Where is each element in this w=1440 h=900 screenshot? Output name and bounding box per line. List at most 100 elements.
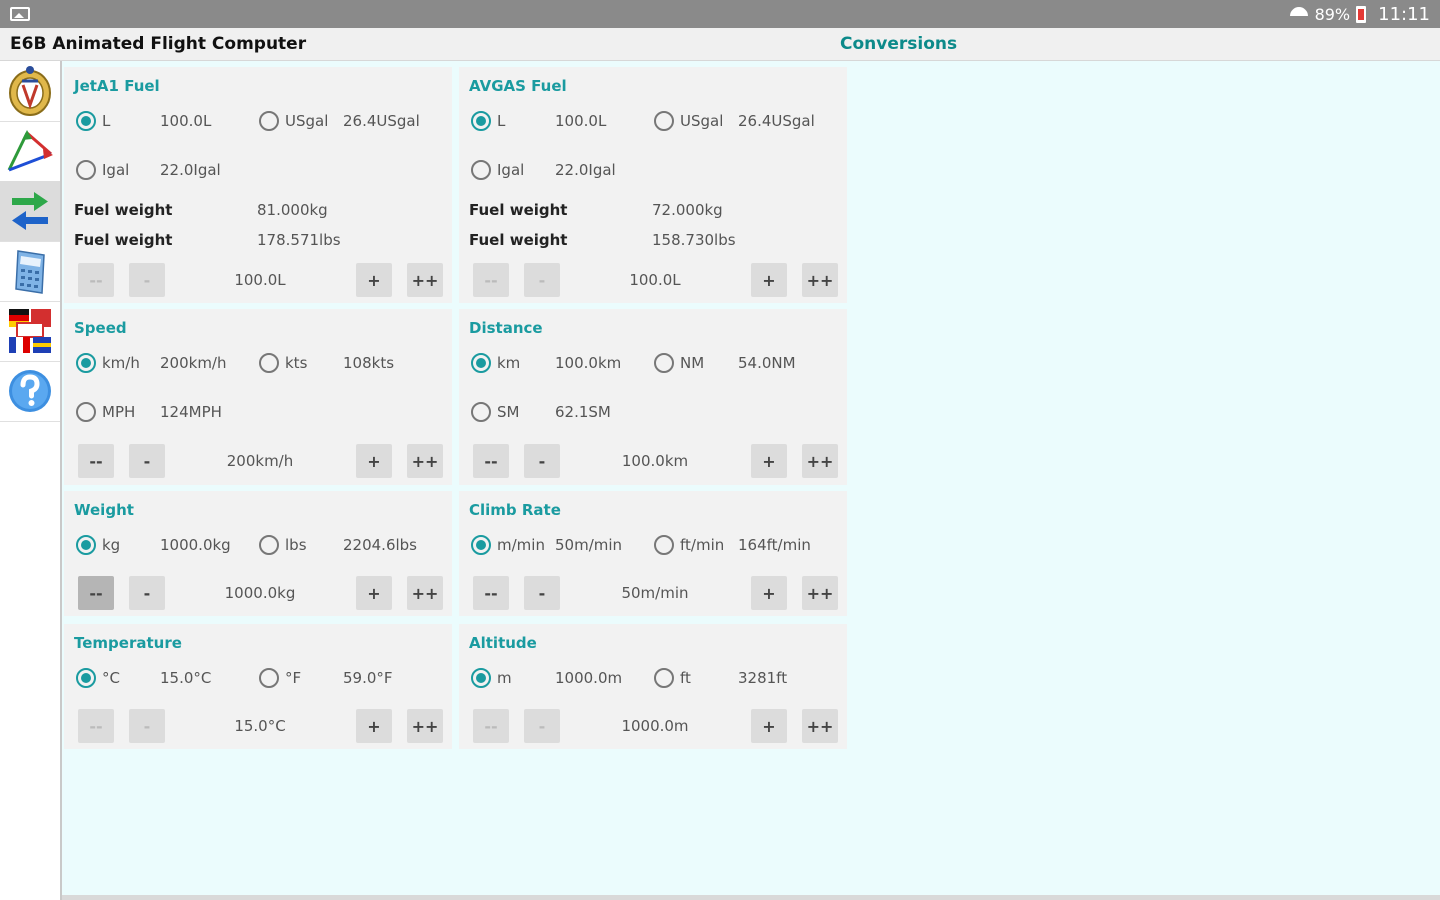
usgal-value: 26.4USgal [738, 112, 815, 130]
meters-value: 1000.0m [555, 669, 623, 687]
decrement-button[interactable]: - [524, 444, 560, 478]
radio-button [259, 353, 279, 373]
increment-large-button[interactable]: ++ [802, 709, 838, 743]
radio-celsius[interactable]: °C [76, 665, 120, 691]
radio-label: km/h [102, 354, 140, 372]
climb-rate-panel: Climb Rate m/min 50m/min ft/min 164ft/mi… [459, 491, 847, 616]
radio-button [259, 535, 279, 555]
radio-igal[interactable]: Igal [471, 157, 524, 183]
increment-large-button[interactable]: ++ [802, 263, 838, 297]
decrement-large-button[interactable]: -- [473, 263, 509, 297]
increment-large-button[interactable]: ++ [802, 444, 838, 478]
radio-kmh[interactable]: km/h [76, 350, 140, 376]
radio-igal[interactable]: Igal [76, 157, 129, 183]
decrement-large-button[interactable]: -- [78, 709, 114, 743]
fuel-weight-label: Fuel weight [469, 201, 568, 219]
decrement-button[interactable]: - [524, 576, 560, 610]
radio-kg[interactable]: kg [76, 532, 120, 558]
decrement-large-button[interactable]: -- [78, 263, 114, 297]
sidebar-item-wind-triangle[interactable] [0, 121, 60, 182]
sidebar [0, 61, 62, 900]
radio-meters[interactable]: m [471, 665, 512, 691]
increment-large-button[interactable]: ++ [407, 444, 443, 478]
decrement-large-button[interactable]: -- [473, 444, 509, 478]
radio-button [471, 402, 491, 422]
radio-liters[interactable]: L [471, 108, 505, 134]
stepper-value: 100.0km [621, 452, 689, 470]
radio-label: USgal [680, 112, 724, 130]
fuel-weight-label: Fuel weight [74, 201, 173, 219]
increment-large-button[interactable]: ++ [407, 709, 443, 743]
decrement-button[interactable]: - [524, 263, 560, 297]
radio-button [76, 668, 96, 688]
stepper-value: 100.0L [629, 271, 681, 289]
radio-button [76, 353, 96, 373]
nm-value: 54.0NM [738, 354, 796, 372]
fuel-weight-label: Fuel weight [74, 231, 173, 249]
radio-label: NM [680, 354, 705, 372]
conversions-content: JetA1 Fuel L 100.0L USgal 26.4USgal Igal… [62, 61, 1440, 895]
radio-button [654, 668, 674, 688]
sidebar-item-language[interactable] [0, 301, 60, 362]
kts-value: 108kts [343, 354, 395, 372]
radio-button [471, 668, 491, 688]
radio-sm[interactable]: SM [471, 399, 519, 425]
stepper-value: 50m/min [621, 584, 689, 602]
radio-usgal[interactable]: USgal [654, 108, 723, 134]
radio-ft-per-min[interactable]: ft/min [654, 532, 724, 558]
sidebar-item-conversions[interactable] [0, 181, 60, 242]
decrement-button[interactable]: - [129, 263, 165, 297]
radio-m-per-min[interactable]: m/min [471, 532, 545, 558]
increment-large-button[interactable]: ++ [407, 263, 443, 297]
decrement-large-button[interactable]: -- [78, 444, 114, 478]
sm-value: 62.1SM [555, 403, 611, 421]
status-bar: 89% 11:11 [0, 0, 1440, 28]
radio-usgal[interactable]: USgal [259, 108, 328, 134]
increment-large-button[interactable]: ++ [407, 576, 443, 610]
radio-mph[interactable]: MPH [76, 399, 135, 425]
feet-value: 3281ft [738, 669, 788, 687]
avgas-fuel-panel: AVGAS Fuel L 100.0L USgal 26.4USgal Igal… [459, 67, 847, 303]
increment-button[interactable]: + [751, 263, 787, 297]
decrement-button[interactable]: - [129, 444, 165, 478]
radio-km[interactable]: km [471, 350, 520, 376]
radio-button [654, 535, 674, 555]
conversions-arrows-icon [12, 192, 48, 230]
decrement-large-button[interactable]: -- [78, 576, 114, 610]
decrement-button[interactable]: - [129, 709, 165, 743]
decrement-large-button[interactable]: -- [473, 709, 509, 743]
stepper-value: 1000.0m [621, 717, 689, 735]
increment-button[interactable]: + [751, 709, 787, 743]
lbs-value: 2204.6lbs [343, 536, 417, 554]
decrement-large-button[interactable]: -- [473, 576, 509, 610]
radio-kts[interactable]: kts [259, 350, 307, 376]
temperature-panel: Temperature °C 15.0°C °F 59.0°F -- - 15.… [64, 624, 452, 749]
increment-button[interactable]: + [356, 263, 392, 297]
increment-button[interactable]: + [356, 576, 392, 610]
increment-button[interactable]: + [751, 444, 787, 478]
usgal-value: 26.4USgal [343, 112, 420, 130]
m-per-min-value: 50m/min [555, 536, 623, 554]
sidebar-item-calculator[interactable] [0, 241, 60, 302]
liters-value: 100.0L [160, 112, 212, 130]
radio-nm[interactable]: NM [654, 350, 704, 376]
radio-label: L [497, 112, 506, 130]
fuel-weight-lbs: 178.571lbs [257, 231, 341, 249]
decrement-button[interactable]: - [524, 709, 560, 743]
battery-percent: 89% [1314, 4, 1351, 24]
radio-lbs[interactable]: lbs [259, 532, 307, 558]
battery-icon [1356, 5, 1367, 23]
radio-label: USgal [285, 112, 329, 130]
decrement-button[interactable]: - [129, 576, 165, 610]
increment-button[interactable]: + [356, 709, 392, 743]
sidebar-item-home[interactable] [0, 61, 60, 122]
radio-liters[interactable]: L [76, 108, 110, 134]
stepper-value: 200km/h [226, 452, 294, 470]
increment-button[interactable]: + [356, 444, 392, 478]
radio-feet[interactable]: ft [654, 665, 691, 691]
sidebar-item-help[interactable] [0, 361, 60, 422]
increment-button[interactable]: + [751, 576, 787, 610]
radio-button [76, 535, 96, 555]
increment-large-button[interactable]: ++ [802, 576, 838, 610]
radio-fahrenheit[interactable]: °F [259, 665, 301, 691]
